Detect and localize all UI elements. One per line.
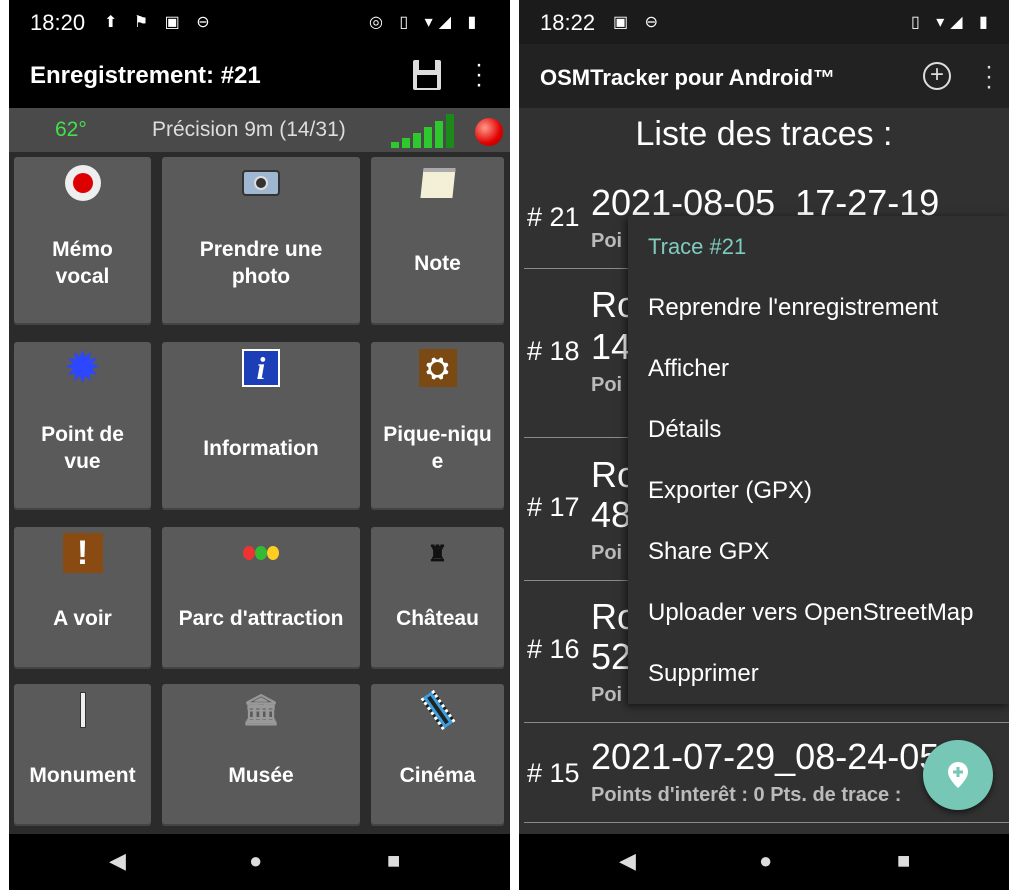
castle-icon: ♜ [427,540,448,566]
menu-item-export-gpx[interactable]: Exporter (GPX) [648,477,812,505]
menu-item-resume[interactable]: Reprendre l'enregistrement [648,294,938,322]
monument-button[interactable]: Monument [14,684,151,826]
viewpoint-icon: ✹ [65,345,100,390]
navigation-bar: ◀ ● ■ [9,834,510,890]
picnic-button[interactable]: ⛭ Pique-niqu e [371,342,504,510]
add-trace-icon[interactable]: + [923,62,951,90]
note-button[interactable]: Note [371,157,504,325]
map-pin-plus-icon [948,762,968,788]
status-bar: 18:20 ⬆ ⚑ ▣ ⊖ ◎ ▯ ▾◢ ▮ [9,0,510,44]
status-bar: 18:22 ▣ ⊖ ▯ ▾◢ ▮ [519,0,1009,44]
camera-icon [162,165,360,201]
recording-indicator-icon [475,118,503,146]
menu-item-upload-osm[interactable]: Uploader vers OpenStreetMap [648,599,974,627]
navigation-bar: ◀ ● ■ [519,834,1009,890]
save-icon[interactable] [413,60,441,90]
context-menu: Trace #21 Reprendre l'enregistrement Aff… [628,216,1009,704]
app-bar: OSMTracker pour Android™ + · · · [519,44,1009,108]
home-icon[interactable]: ● [249,848,262,874]
app-bar: Enregistrement: #21 · · · [9,44,510,108]
context-menu-header: Trace #21 [648,234,747,259]
status-time: 18:20 [30,10,86,35]
back-icon[interactable]: ◀ [619,848,636,874]
museum-icon: 🏛 [241,693,281,727]
recents-icon[interactable]: ■ [897,848,910,874]
heading-value: 62° [55,118,87,141]
menu-item-delete[interactable]: Supprimer [648,660,759,688]
balloons-icon [162,535,360,571]
home-icon[interactable]: ● [759,848,772,874]
info-icon: i [162,349,360,387]
tag-button-grid: Mémo vocal Prendre une photo Note ✹ Poin… [9,152,510,834]
castle-button[interactable]: ♜ Château [371,527,504,669]
exclamation-icon: ! [14,533,151,573]
status-time: 18:22 [540,10,596,35]
list-title: Liste des traces : [635,115,893,153]
menu-item-share-gpx[interactable]: Share GPX [648,538,769,566]
a-voir-button[interactable]: ! A voir [14,527,151,669]
divider [524,722,1009,723]
note-icon [371,165,504,201]
overflow-menu-icon[interactable]: · · · [475,53,483,97]
notification-icons: ⬆ ⚑ ▣ ⊖ [104,14,216,31]
cinema-button[interactable]: Cinéma [371,684,504,826]
notification-icons: ▣ ⊖ [613,14,664,31]
picnic-icon: ⛭ [371,349,504,387]
add-point-fab[interactable] [923,740,993,810]
back-icon[interactable]: ◀ [109,848,126,874]
take-photo-button[interactable]: Prendre une photo [162,157,360,325]
right-screen: 18:22 ▣ ⊖ ▯ ▾◢ ▮ OSMTracker pour Android… [519,0,1009,890]
menu-item-details[interactable]: Détails [648,416,721,444]
museum-button[interactable]: 🏛 Musée [162,684,360,826]
accuracy-bar: 62° Précision 9m (14/31) [9,108,510,152]
information-button[interactable]: i Information [162,342,360,510]
monument-icon [14,692,151,728]
page-title: Enregistrement: #21 [30,62,261,89]
record-icon [14,165,151,201]
film-icon [371,689,504,731]
overflow-menu-icon[interactable]: · · · [985,55,993,99]
app-title: OSMTracker pour Android™ [540,65,836,90]
viewpoint-button[interactable]: ✹ Point de vue [14,342,151,510]
signal-strength-icon [391,114,469,148]
voice-memo-button[interactable]: Mémo vocal [14,157,151,325]
system-icons: ▯ ▾◢ ▮ [911,14,994,31]
system-icons: ◎ ▯ ▾◢ ▮ [369,14,483,31]
precision-text: Précision 9m (14/31) [152,118,346,141]
recents-icon[interactable]: ■ [387,848,400,874]
divider [524,822,1009,823]
left-screen: 18:20 ⬆ ⚑ ▣ ⊖ ◎ ▯ ▾◢ ▮ Enregistrement: #… [9,0,510,890]
amusement-park-button[interactable]: Parc d'attraction [162,527,360,669]
menu-item-display[interactable]: Afficher [648,355,729,383]
